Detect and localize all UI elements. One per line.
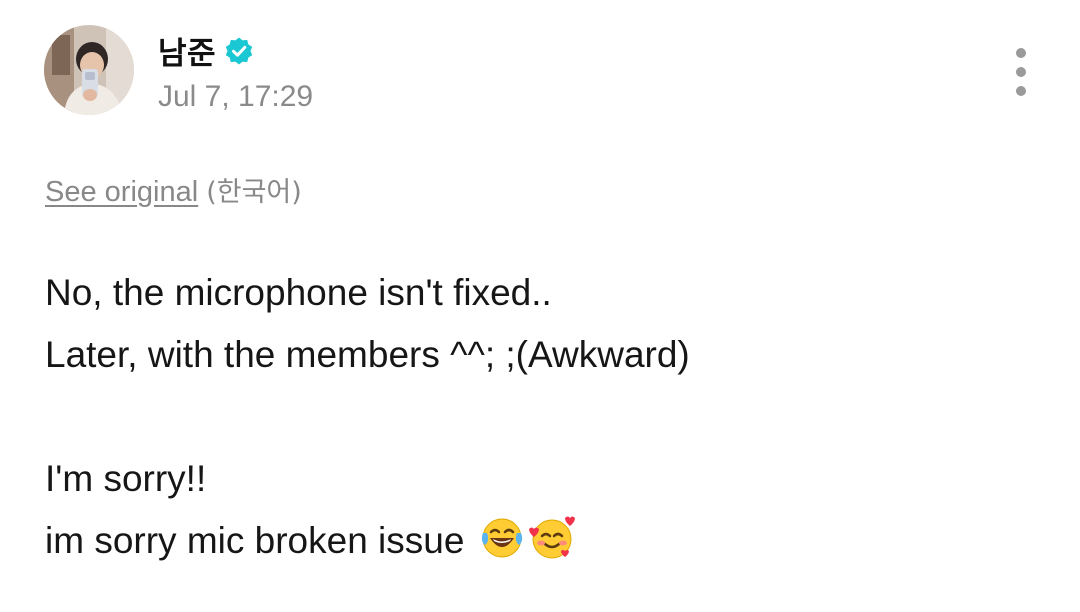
more-vertical-icon — [1016, 48, 1026, 58]
original-language: (한국어) — [206, 177, 302, 208]
post-card: 남준 Jul 7, 17:29 See original (한국어) No, t… — [0, 0, 1080, 612]
avatar[interactable] — [44, 25, 134, 115]
translation-notice: See original (한국어) — [45, 170, 302, 209]
author-name[interactable]: 남준 — [158, 28, 216, 73]
smiling-face-with-hearts-icon — [528, 516, 575, 559]
post-body: No, the microphone isn't fixed.. Later, … — [45, 262, 690, 572]
post-line: No, the microphone isn't fixed.. — [45, 272, 552, 313]
avatar-photo — [44, 25, 134, 115]
author-line: 남준 — [158, 28, 254, 73]
post-line-with-emoji: im sorry mic broken issue — [45, 510, 690, 572]
see-original-link[interactable]: See original — [45, 176, 198, 208]
verified-badge-icon — [225, 37, 253, 64]
post-line: I'm sorry!! — [45, 458, 207, 499]
post-line: Later, with the members ^^; ;(Awkward) — [45, 334, 690, 375]
face-with-tears-of-joy-icon — [481, 518, 522, 558]
post-line-text: im sorry mic broken issue — [45, 520, 465, 561]
post-line-blank — [45, 386, 690, 448]
post-timestamp: Jul 7, 17:29 — [158, 80, 314, 113]
more-options-button[interactable] — [1004, 44, 1038, 100]
